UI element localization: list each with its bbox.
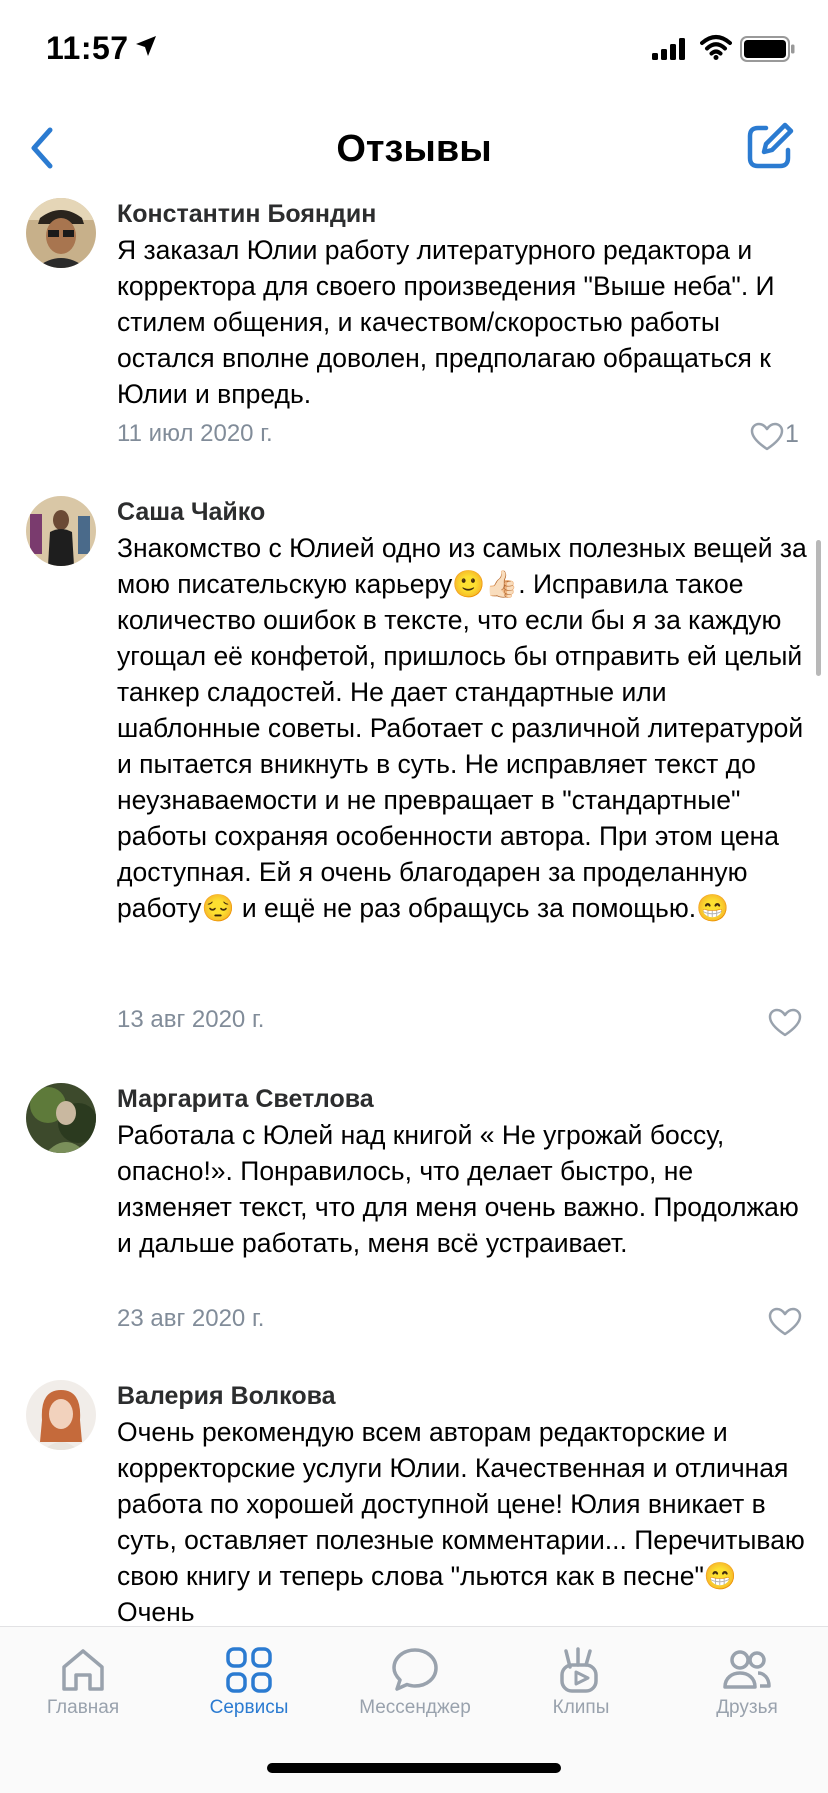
tab-label: Клипы (552, 1697, 610, 1718)
friends-icon (723, 1650, 771, 1689)
status-time: 11:57 (46, 30, 129, 66)
review-author[interactable]: Константин Бояндин (117, 200, 376, 229)
compose-icon[interactable] (744, 122, 794, 172)
review-text: Работала с Юлей над книгой « Не угрожай … (117, 1120, 799, 1258)
avatar[interactable] (26, 1083, 96, 1153)
review-text: Я заказал Юлии работу литературного реда… (117, 235, 775, 409)
wifi-icon (700, 35, 732, 60)
review-date: 13 авг 2020 г. (117, 1006, 265, 1033)
avatar[interactable] (26, 496, 96, 566)
navigation-bar: Отзывы (0, 100, 828, 196)
review-text: Знакомство с Юлией одно из самых полезны… (117, 533, 807, 923)
heart-icon[interactable] (750, 422, 784, 452)
tab-friends[interactable]: Друзья (664, 1627, 828, 1757)
battery-icon (740, 36, 795, 62)
tab-services[interactable]: Сервисы (166, 1627, 332, 1757)
review-author[interactable]: Маргарита Светлова (117, 1085, 374, 1114)
review-author[interactable]: Саша Чайко (117, 498, 265, 527)
review-author[interactable]: Валерия Волкова (117, 1382, 336, 1411)
tab-label: Друзья (716, 1697, 778, 1718)
page-title: Отзывы (336, 128, 492, 170)
tab-clips[interactable]: Клипы (498, 1627, 664, 1757)
clips-icon (560, 1647, 598, 1693)
heart-icon[interactable] (768, 1307, 802, 1337)
home-indicator[interactable] (267, 1763, 561, 1773)
messenger-icon (392, 1648, 438, 1691)
tab-messenger[interactable]: Мессенджер (332, 1627, 498, 1757)
review-text: Очень рекомендую всем авторам редакторск… (117, 1417, 805, 1624)
scrollbar[interactable] (816, 540, 821, 676)
review-date: 23 авг 2020 г. (117, 1305, 265, 1332)
services-icon (226, 1647, 272, 1693)
status-bar: 11:57 (0, 0, 828, 100)
cellular-signal-icon (652, 38, 685, 60)
review-date: 11 июл 2020 г. (117, 420, 273, 447)
like-count: 1 (785, 420, 799, 448)
tab-label: Главная (46, 1697, 120, 1718)
heart-icon[interactable] (768, 1008, 802, 1038)
tab-label: Сервисы (209, 1697, 289, 1718)
location-arrow-icon (136, 36, 156, 56)
avatar[interactable] (26, 198, 96, 268)
tab-home[interactable]: Главная (0, 1627, 166, 1757)
tab-label: Мессенджер (359, 1697, 471, 1718)
avatar[interactable] (26, 1380, 96, 1450)
home-icon (62, 1649, 104, 1691)
